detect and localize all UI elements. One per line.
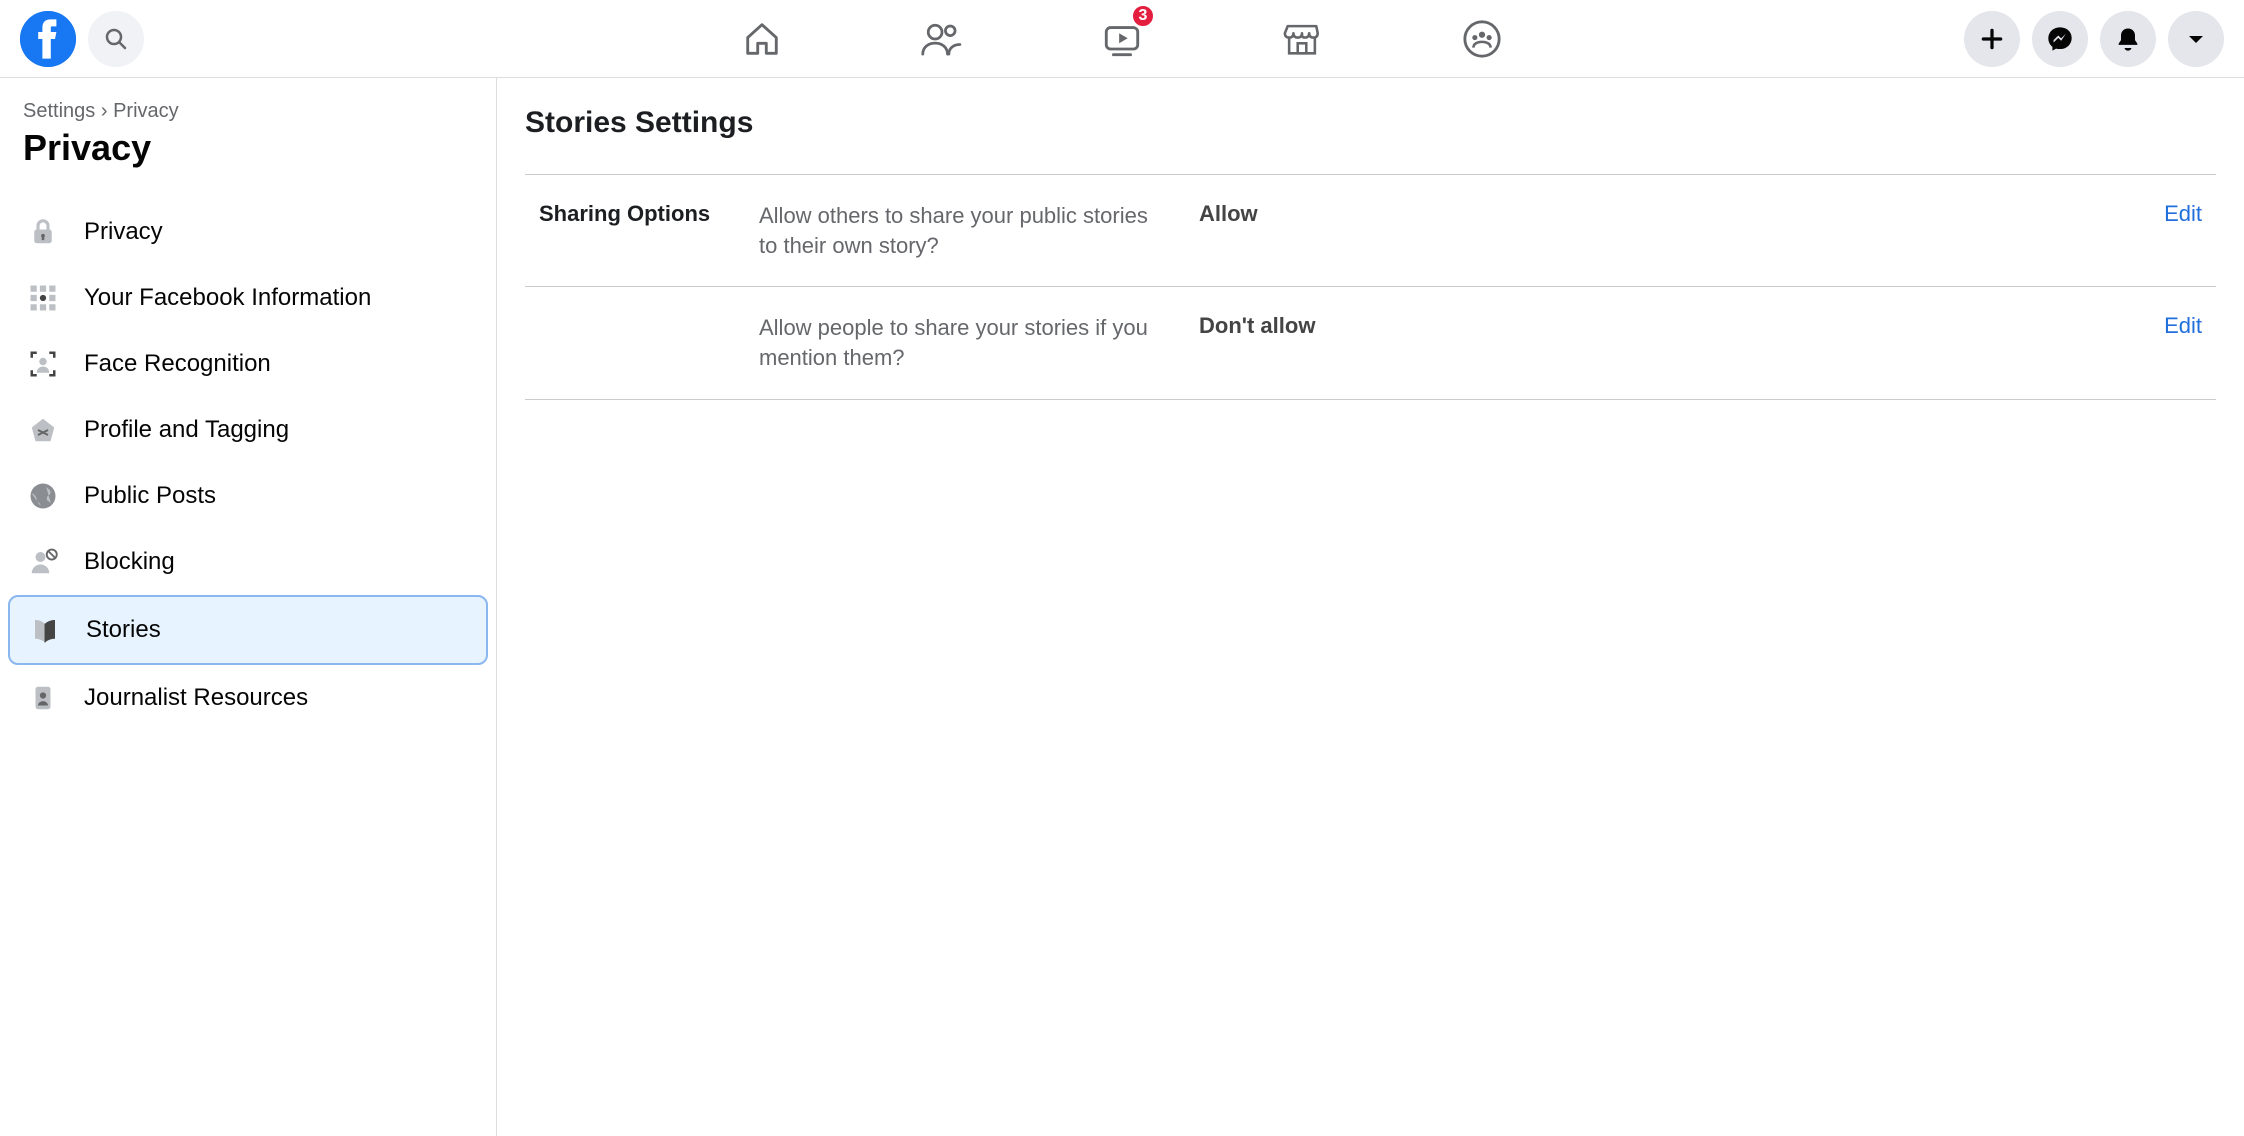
- sidebar-item-blocking[interactable]: Blocking: [8, 529, 488, 595]
- header-left: [20, 11, 144, 67]
- sidebar-item-label: Stories: [86, 616, 161, 644]
- messenger-button[interactable]: [2032, 11, 2088, 67]
- nav-groups[interactable]: [1452, 9, 1512, 69]
- sidebar-item-label: Profile and Tagging: [84, 416, 289, 444]
- sidebar-item-label: Blocking: [84, 548, 175, 576]
- globe-icon: [26, 479, 60, 513]
- setting-description: Allow people to share your stories if yo…: [759, 313, 1159, 372]
- sidebar-item-label: Journalist Resources: [84, 684, 308, 712]
- book-icon: [28, 613, 62, 647]
- facebook-logo[interactable]: [20, 11, 76, 67]
- tag-icon: [26, 413, 60, 447]
- caret-down-icon: [2186, 29, 2206, 49]
- watch-badge: 3: [1130, 3, 1156, 29]
- search-icon: [104, 27, 128, 51]
- main-title: Stories Settings: [525, 106, 2216, 175]
- bell-icon: [2114, 25, 2142, 53]
- sidebar-item-face-recognition[interactable]: Face Recognition: [8, 331, 488, 397]
- home-icon: [742, 19, 782, 59]
- nav-friends[interactable]: [912, 9, 972, 69]
- setting-description: Allow others to share your public storie…: [759, 201, 1159, 260]
- header-nav: 3: [732, 9, 1512, 69]
- sidebar-item-label: Your Facebook Information: [84, 284, 371, 312]
- main-content: Stories Settings Sharing Options Allow o…: [497, 78, 2244, 1136]
- body: Settings › Privacy Privacy Privacy Your …: [0, 78, 2244, 1136]
- setting-value: Allow: [1159, 201, 2164, 260]
- setting-row-share-public: Sharing Options Allow others to share yo…: [525, 175, 2216, 287]
- search-button[interactable]: [88, 11, 144, 67]
- grid-dot-icon: [26, 281, 60, 315]
- setting-value: Don't allow: [1159, 313, 2164, 372]
- sidebar-item-label: Privacy: [84, 218, 163, 246]
- messenger-icon: [2046, 25, 2074, 53]
- groups-icon: [1462, 19, 1502, 59]
- facebook-f-icon: [20, 11, 76, 67]
- block-user-icon: [26, 545, 60, 579]
- breadcrumb-sep: ›: [101, 100, 108, 122]
- sidebar-item-label: Face Recognition: [84, 350, 271, 378]
- section-label: Sharing Options: [525, 201, 759, 260]
- id-badge-icon: [26, 681, 60, 715]
- marketplace-icon: [1282, 19, 1322, 59]
- sidebar-item-journalist[interactable]: Journalist Resources: [8, 665, 488, 731]
- plus-icon: [1979, 26, 2005, 52]
- account-button[interactable]: [2168, 11, 2224, 67]
- sidebar-item-privacy[interactable]: Privacy: [8, 199, 488, 265]
- header-right: [1964, 11, 2224, 67]
- edit-link[interactable]: Edit: [2164, 201, 2216, 260]
- sidebar-item-label: Public Posts: [84, 482, 216, 510]
- sidebar-item-profile-tagging[interactable]: Profile and Tagging: [8, 397, 488, 463]
- breadcrumb-root[interactable]: Settings: [23, 100, 95, 122]
- setting-row-share-mentions: Allow people to share your stories if yo…: [525, 287, 2216, 399]
- sidebar-item-your-info[interactable]: Your Facebook Information: [8, 265, 488, 331]
- sidebar-item-public-posts[interactable]: Public Posts: [8, 463, 488, 529]
- section-label-empty: [525, 313, 759, 372]
- breadcrumb: Settings › Privacy: [8, 100, 488, 123]
- edit-link[interactable]: Edit: [2164, 313, 2216, 372]
- nav-marketplace[interactable]: [1272, 9, 1332, 69]
- top-header: 3: [0, 0, 2244, 78]
- lock-icon: [26, 215, 60, 249]
- notifications-button[interactable]: [2100, 11, 2156, 67]
- breadcrumb-current[interactable]: Privacy: [113, 100, 179, 122]
- face-scan-icon: [26, 347, 60, 381]
- friends-icon: [920, 19, 964, 59]
- sidebar: Settings › Privacy Privacy Privacy Your …: [0, 78, 497, 1136]
- nav-home[interactable]: [732, 9, 792, 69]
- page-title: Privacy: [8, 127, 488, 169]
- sidebar-item-stories[interactable]: Stories: [8, 595, 488, 665]
- nav-watch[interactable]: 3: [1092, 9, 1152, 69]
- create-button[interactable]: [1964, 11, 2020, 67]
